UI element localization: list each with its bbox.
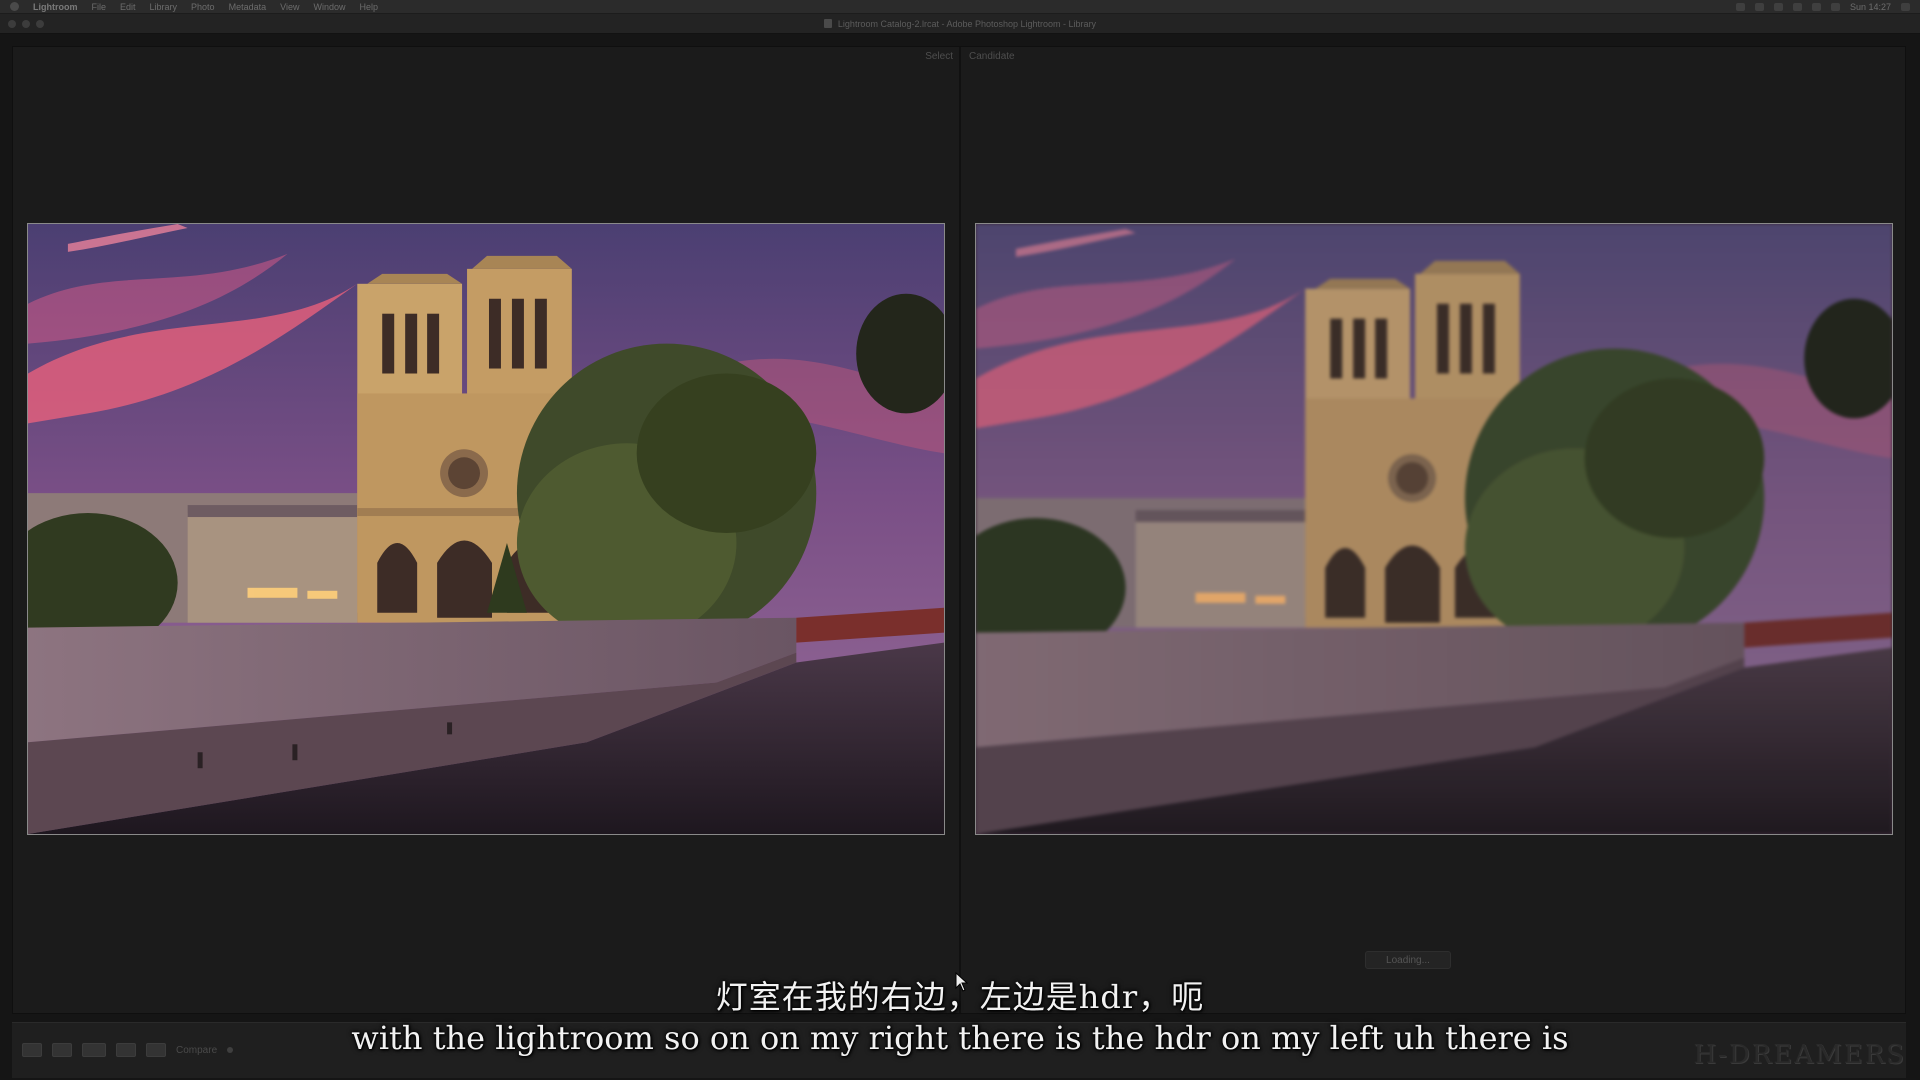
menu-item-metadata[interactable]: Metadata [229,2,267,12]
loupe-view-icon[interactable] [52,1043,72,1057]
select-photo[interactable] [27,223,945,835]
window-title-bar: Lightroom Catalog-2.lrcat - Adobe Photos… [0,14,1920,34]
watermark-logo: H-DREAMERS [1693,1040,1906,1070]
status-icon[interactable] [1773,2,1783,11]
minimize-window-icon[interactable] [22,20,30,28]
window-title: Lightroom Catalog-2.lrcat - Adobe Photos… [837,18,1097,29]
apple-menu-icon[interactable] [10,2,19,11]
window-controls [8,20,44,28]
view-mode-buttons: Compare [22,1043,234,1057]
menu-item-edit[interactable]: Edit [120,2,136,12]
loading-indicator: Loading... [1365,951,1451,969]
compare-mode-label: Compare [176,1044,218,1056]
bottom-toolbar: Compare [12,1022,1906,1078]
compare-view-icon[interactable] [82,1043,106,1057]
mouse-cursor-icon [955,972,969,992]
notre-dame-photo-sharp [28,224,944,834]
app-menu-name[interactable]: Lightroom [33,2,78,12]
menu-bar: Lightroom File Edit Library Photo Metada… [0,0,1920,14]
status-icon[interactable] [1754,2,1764,11]
notre-dame-photo-loading [976,224,1892,834]
candidate-pane[interactable]: Candidate Loading... [961,47,1905,1013]
select-label: Select [925,51,953,62]
grid-view-icon[interactable] [22,1043,42,1057]
document-icon [823,19,832,28]
zoom-window-icon[interactable] [36,20,44,28]
wifi-icon[interactable] [1811,2,1821,11]
status-icon[interactable] [1792,2,1802,11]
candidate-label: Candidate [969,51,1015,62]
lock-icon[interactable] [227,1047,234,1053]
menu-item-library[interactable]: Library [150,2,178,12]
menu-item-view[interactable]: View [280,2,299,12]
status-area: Sun 14:27 [1735,2,1910,12]
status-icon[interactable] [1735,2,1745,11]
volume-icon[interactable] [1830,2,1840,11]
menu-item-help[interactable]: Help [359,2,378,12]
menu-item-photo[interactable]: Photo [191,2,215,12]
candidate-photo[interactable] [975,223,1893,835]
survey-view-icon[interactable] [116,1043,136,1057]
swap-icon[interactable] [146,1043,166,1057]
menu-item-window[interactable]: Window [313,2,345,12]
menu-clock[interactable]: Sun 14:27 [1850,2,1891,12]
spotlight-icon[interactable] [1901,2,1910,11]
close-window-icon[interactable] [8,20,16,28]
compare-view: Select Candidate Loading... [12,46,1906,1014]
select-pane[interactable]: Select [13,47,959,1013]
menu-item-file[interactable]: File [92,2,107,12]
